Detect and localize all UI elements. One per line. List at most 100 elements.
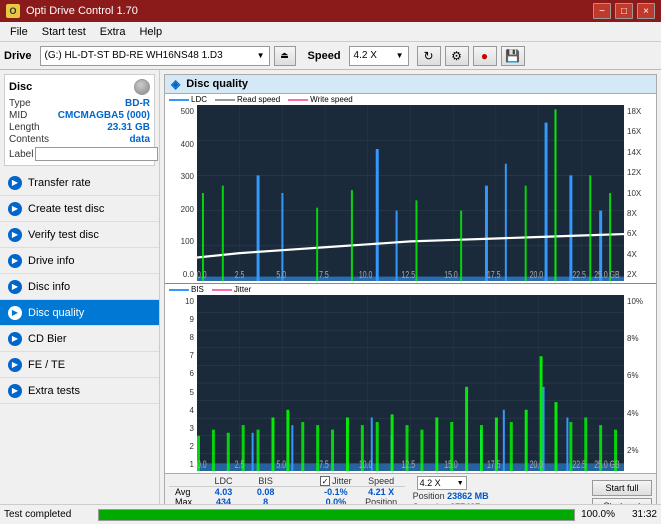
contents-value: data [129, 134, 150, 145]
save-button[interactable]: 💾 [501, 46, 525, 66]
top-y-axis-right: 18X 16X 14X 12X 10X 8X 6X 4X 2X [624, 105, 654, 281]
settings-button[interactable]: ⚙ [445, 46, 469, 66]
bis-legend-color [169, 289, 189, 291]
svg-text:25.0 GB: 25.0 GB [594, 458, 619, 470]
sidebar-item-drive-info[interactable]: ▶ Drive info [0, 248, 159, 274]
mid-label: MID [9, 110, 27, 121]
speed-select-stat[interactable]: 4.2 X ▼ [417, 476, 467, 490]
jitter-label: Jitter [332, 476, 352, 486]
sidebar-label-drive-info: Drive info [28, 255, 74, 267]
cd-bier-icon: ▶ [8, 332, 22, 346]
speed-arrow: ▼ [396, 51, 404, 60]
drive-info-icon: ▶ [8, 254, 22, 268]
progress-fill [99, 510, 574, 520]
progress-bar-container: Test completed 100.0% 31:32 [0, 504, 661, 524]
sidebar-item-verify-test-disc[interactable]: ▶ Verify test disc [0, 222, 159, 248]
svg-text:0.0: 0.0 [197, 458, 207, 470]
refresh-button[interactable]: ↻ [417, 46, 441, 66]
contents-label: Contents [9, 134, 49, 145]
sidebar-label-create-test-disc: Create test disc [28, 203, 104, 215]
svg-text:7.5: 7.5 [319, 458, 329, 470]
jitter-legend-label: Jitter [234, 285, 251, 294]
read-speed-legend-label: Read speed [237, 95, 280, 104]
transfer-rate-icon: ▶ [8, 176, 22, 190]
menu-extra[interactable]: Extra [94, 25, 132, 39]
stats-header-jitter-check: ✓ Jitter [314, 476, 358, 487]
jitter-checkbox[interactable]: ✓ [320, 476, 330, 486]
svg-text:2.5: 2.5 [235, 269, 245, 281]
info-button[interactable]: ● [473, 46, 497, 66]
avg-label: Avg [169, 487, 200, 498]
sidebar-label-fe-te: FE / TE [28, 359, 65, 371]
sidebar-item-transfer-rate[interactable]: ▶ Transfer rate [0, 170, 159, 196]
bis-legend-label: BIS [191, 285, 204, 294]
sidebar-label-disc-info: Disc info [28, 281, 70, 293]
mid-value: CMCMAGBA5 (000) [58, 110, 150, 121]
svg-text:12.5: 12.5 [402, 458, 416, 470]
app-icon: O [6, 4, 20, 18]
type-value: BD-R [125, 98, 150, 109]
svg-text:17.5: 17.5 [487, 458, 501, 470]
chart-title-icon: ◈ [171, 77, 180, 91]
top-chart-svg: 0.0 2.5 5.0 7.5 10.0 12.5 15.0 17.5 20.0… [197, 105, 624, 281]
top-y-axis-left: 500 400 300 200 100 0.0 [167, 105, 197, 281]
sidebar-label-transfer-rate: Transfer rate [28, 177, 91, 189]
svg-text:22.5: 22.5 [572, 269, 586, 281]
svg-text:7.5: 7.5 [319, 269, 329, 281]
chart-title: Disc quality [186, 78, 248, 90]
disc-panel: Disc Type BD-R MID CMCMAGBA5 (000) Lengt… [4, 74, 155, 166]
svg-text:10.0: 10.0 [359, 269, 373, 281]
svg-text:12.5: 12.5 [402, 269, 416, 281]
speed-value: 4.2 X [354, 50, 377, 61]
svg-text:20.0: 20.0 [530, 458, 544, 470]
svg-text:15.0: 15.0 [444, 458, 458, 470]
sidebar-item-fe-te[interactable]: ▶ FE / TE [0, 352, 159, 378]
drive-value: (G:) HL-DT-ST BD-RE WH16NS48 1.D3 [45, 50, 223, 61]
drive-dropdown-arrow: ▼ [257, 51, 265, 60]
avg-ldc: 4.03 [200, 487, 247, 498]
type-label: Type [9, 98, 31, 109]
app-title: Opti Drive Control 1.70 [26, 5, 138, 17]
disc-title: Disc [9, 81, 32, 93]
svg-text:5.0: 5.0 [276, 458, 286, 470]
title-bar: O Opti Drive Control 1.70 − □ × [0, 0, 661, 22]
svg-text:5.0: 5.0 [276, 269, 286, 281]
write-speed-legend-color [288, 99, 308, 101]
sidebar-label-cd-bier: CD Bier [28, 333, 67, 345]
progress-percent: 100.0% [579, 509, 615, 520]
speed-dropdown[interactable]: 4.2 X ▼ [349, 46, 409, 66]
drive-bar: Drive (G:) HL-DT-ST BD-RE WH16NS48 1.D3 … [0, 42, 661, 70]
fe-te-icon: ▶ [8, 358, 22, 372]
svg-text:20.0: 20.0 [530, 269, 544, 281]
sidebar-item-disc-quality[interactable]: ▶ Disc quality [0, 300, 159, 326]
sidebar-item-extra-tests[interactable]: ▶ Extra tests [0, 378, 159, 404]
minimize-button[interactable]: − [593, 3, 611, 19]
bottom-chart-svg: 0.0 2.5 5.0 7.5 10.0 12.5 15.0 17.5 20.0… [197, 295, 624, 471]
sidebar-item-cd-bier[interactable]: ▶ CD Bier [0, 326, 159, 352]
sidebar-item-disc-info[interactable]: ▶ Disc info [0, 274, 159, 300]
svg-text:10.0: 10.0 [359, 458, 373, 470]
start-full-button[interactable]: Start full [592, 480, 652, 496]
maximize-button[interactable]: □ [615, 3, 633, 19]
drive-dropdown[interactable]: (G:) HL-DT-ST BD-RE WH16NS48 1.D3 ▼ [40, 46, 270, 66]
close-button[interactable]: × [637, 3, 655, 19]
ldc-legend-label: LDC [191, 95, 207, 104]
speed-select-arrow: ▼ [457, 480, 464, 487]
disc-icon [134, 79, 150, 95]
disc-info-icon: ▶ [8, 280, 22, 294]
eject-button[interactable]: ⏏ [274, 46, 296, 66]
svg-text:17.5: 17.5 [487, 269, 501, 281]
menu-help[interactable]: Help [133, 25, 168, 39]
disc-label-key: Label [9, 149, 33, 160]
sidebar-item-create-test-disc[interactable]: ▶ Create test disc [0, 196, 159, 222]
menu-file[interactable]: File [4, 25, 34, 39]
bottom-y-axis-right: 10% 8% 6% 4% 2% [624, 295, 654, 471]
progress-time: 31:32 [619, 509, 657, 520]
menu-start-test[interactable]: Start test [36, 25, 92, 39]
stats-header-ldc: LDC [200, 476, 247, 487]
sidebar-label-verify-test-disc: Verify test disc [28, 229, 99, 241]
extra-tests-icon: ▶ [8, 384, 22, 398]
progress-track [98, 509, 575, 521]
avg-spacer [284, 487, 314, 498]
label-input[interactable] [35, 147, 158, 161]
